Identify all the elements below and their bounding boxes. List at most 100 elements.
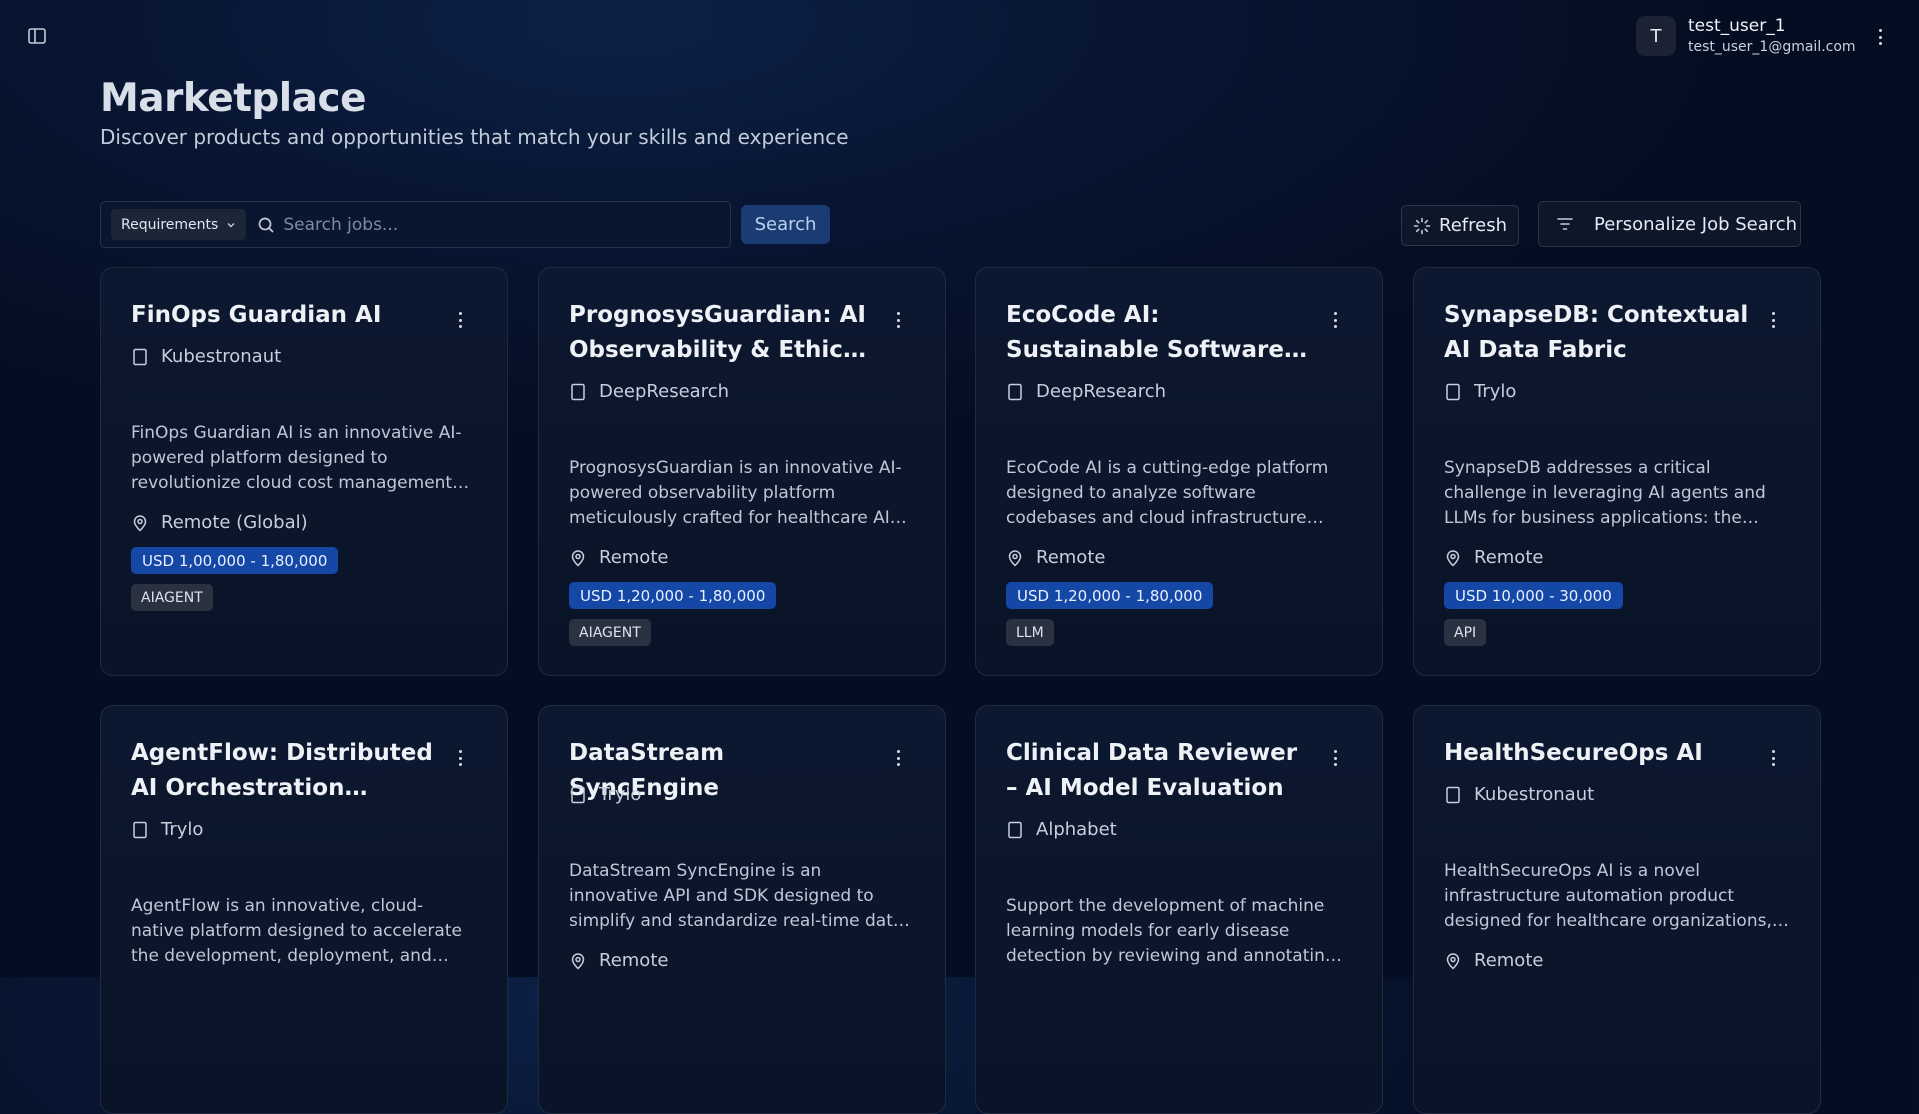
search-button[interactable]: Search <box>741 205 830 244</box>
refresh-button[interactable]: Refresh <box>1401 205 1519 246</box>
building-icon <box>571 786 585 803</box>
more-options-icon[interactable] <box>1332 311 1338 329</box>
user-info: test_user_1 test_user_1@gmail.com <box>1688 17 1856 55</box>
personalize-job-search-button[interactable]: Personalize Job Search <box>1538 201 1801 247</box>
company-name: DeepResearch <box>599 381 729 402</box>
salary-badge: USD 1,20,000 - 1,80,000 <box>1006 582 1214 609</box>
building-icon <box>571 383 585 400</box>
company-name: Trylo <box>599 784 642 805</box>
company-name: Kubestronaut <box>1474 784 1595 805</box>
filter-icon <box>1557 218 1573 230</box>
map-pin-icon <box>571 549 585 567</box>
job-card[interactable]: SynapseDB: Contextual AI Data Fabric Try… <box>1413 267 1821 676</box>
location-label: Remote <box>599 950 669 971</box>
job-title[interactable]: EcoCode AI: Sustainable Software Optimiz… <box>1006 298 1316 368</box>
location: Remote <box>569 547 668 568</box>
requirements-select[interactable]: Requirements <box>111 209 247 240</box>
job-card[interactable]: EcoCode AI: Sustainable Software Optimiz… <box>975 267 1383 676</box>
building-icon <box>1008 821 1022 838</box>
location: Remote <box>569 950 668 971</box>
company-name: Alphabet <box>1036 819 1117 840</box>
search-bar: Requirements <box>100 201 731 248</box>
job-description: PrognosysGuardian is an innovative AI-po… <box>569 458 902 528</box>
job-description: Support the development of machine learn… <box>1006 896 1336 966</box>
search-input[interactable] <box>283 202 730 247</box>
map-pin-icon <box>133 514 147 532</box>
more-options-icon[interactable] <box>895 311 901 329</box>
more-options-icon[interactable] <box>1332 749 1338 767</box>
location: Remote <box>1006 547 1105 568</box>
company: DeepResearch <box>1006 381 1166 402</box>
company: Kubestronaut <box>1444 784 1594 805</box>
location-label: Remote <box>1036 547 1106 568</box>
job-description: DataStream SyncEngine is an innovative A… <box>569 861 904 931</box>
more-options-icon[interactable] <box>1770 749 1776 767</box>
job-card[interactable]: DataStream SyncEngine Trylo DataStream S… <box>538 705 946 1114</box>
job-card[interactable]: HealthSecureOps AI Kubestronaut HealthSe… <box>1413 705 1821 1114</box>
job-card[interactable]: PrognosysGuardian: AI Observability & Et… <box>538 267 946 676</box>
user-email: test_user_1@gmail.com <box>1688 38 1856 55</box>
personalize-label: Personalize Job Search <box>1594 213 1798 235</box>
location-label: Remote <box>1474 547 1544 568</box>
more-options-icon[interactable] <box>1770 311 1776 329</box>
company-name: DeepResearch <box>1036 381 1166 402</box>
avatar[interactable]: T <box>1636 16 1676 56</box>
company: Trylo <box>131 819 203 840</box>
job-title[interactable]: Clinical Data Reviewer – AI Model Evalua… <box>1006 736 1316 806</box>
location-label: Remote <box>599 547 669 568</box>
sidebar-toggle-icon[interactable] <box>27 26 47 46</box>
company: DeepResearch <box>569 381 729 402</box>
tag-badge: AIAGENT <box>131 584 213 611</box>
tag-badge: AIAGENT <box>569 619 651 646</box>
tag-badge: API <box>1444 619 1487 646</box>
requirements-select-label: Requirements <box>121 216 219 233</box>
building-icon <box>1008 383 1022 400</box>
job-description: FinOps Guardian AI is an innovative AI-p… <box>131 423 462 493</box>
building-icon <box>133 348 147 365</box>
company: Kubestronaut <box>131 346 281 367</box>
job-description: EcoCode AI is a cutting-edge platform de… <box>1006 458 1329 528</box>
job-title[interactable]: PrognosysGuardian: AI Observability & Et… <box>569 298 879 368</box>
location-label: Remote (Global) <box>161 512 308 533</box>
company: Alphabet <box>1006 819 1117 840</box>
job-title[interactable]: SynapseDB: Contextual AI Data Fabric <box>1444 298 1754 368</box>
map-pin-icon <box>1446 549 1460 567</box>
location: Remote <box>1444 950 1543 971</box>
salary-badge: USD 1,00,000 - 1,80,000 <box>131 547 339 574</box>
job-title[interactable]: AgentFlow: Distributed AI Orchestration … <box>131 736 441 806</box>
job-description: SynapseDB addresses a critical challenge… <box>1444 458 1766 528</box>
job-card[interactable]: FinOps Guardian AI Kubestronaut FinOps G… <box>100 267 508 676</box>
refresh-label: Refresh <box>1439 215 1507 236</box>
search-icon <box>258 217 274 233</box>
job-card[interactable]: Clinical Data Reviewer – AI Model Evalua… <box>975 705 1383 1114</box>
company-name: Kubestronaut <box>161 346 282 367</box>
more-options-icon[interactable] <box>457 311 463 329</box>
location-label: Remote <box>1474 950 1544 971</box>
more-options-icon[interactable] <box>895 749 901 767</box>
job-card[interactable]: AgentFlow: Distributed AI Orchestration … <box>100 705 508 1114</box>
map-pin-icon <box>1008 549 1022 567</box>
salary-badge: USD 1,20,000 - 1,80,000 <box>569 582 777 609</box>
building-icon <box>133 821 147 838</box>
job-description: AgentFlow is an innovative, cloud-native… <box>131 896 462 966</box>
top-bar: T test_user_1 test_user_1@gmail.com <box>0 0 1919 80</box>
loader-icon <box>1413 217 1431 234</box>
user-profile[interactable]: T test_user_1 test_user_1@gmail.com <box>1636 16 1856 56</box>
job-title[interactable]: FinOps Guardian AI <box>131 298 441 333</box>
company: Trylo <box>1444 381 1516 402</box>
company-name: Trylo <box>1474 381 1517 402</box>
location: Remote (Global) <box>131 512 308 533</box>
chevron-down-icon <box>227 222 235 227</box>
page-subtitle: Discover products and opportunities that… <box>100 125 849 149</box>
salary-badge: USD 10,000 - 30,000 <box>1444 582 1623 609</box>
map-pin-icon <box>1446 952 1460 970</box>
map-pin-icon <box>571 952 585 970</box>
building-icon <box>1446 383 1460 400</box>
more-options-icon[interactable] <box>457 749 463 767</box>
job-title[interactable]: HealthSecureOps AI <box>1444 736 1754 771</box>
user-menu-more-icon[interactable] <box>1872 26 1888 48</box>
user-name: test_user_1 <box>1688 16 1786 37</box>
location: Remote <box>1444 547 1543 568</box>
tag-badge: LLM <box>1006 619 1054 646</box>
job-description: HealthSecureOps AI is a novel infrastruc… <box>1444 861 1772 931</box>
